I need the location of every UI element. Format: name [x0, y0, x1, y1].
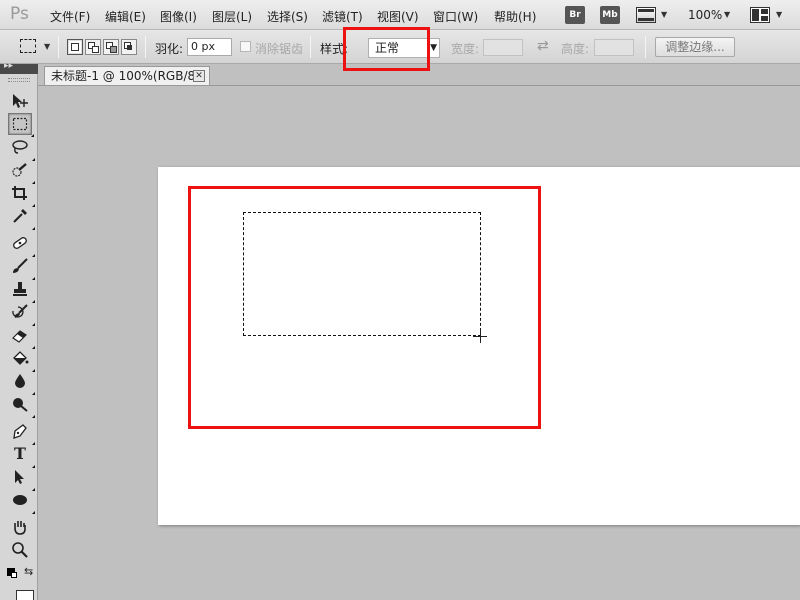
default-colors-icon-back — [11, 572, 17, 578]
photoshop-logo: Ps — [10, 4, 29, 24]
shape-tool-icon[interactable] — [8, 489, 35, 514]
feather-label: 羽化: — [155, 42, 184, 56]
document-tab-title: 未标题-1 @ 100%(RGB/8) — [51, 69, 200, 83]
antialias-checkbox[interactable] — [240, 41, 251, 52]
options-bar: ▼ 羽化: 0 px 消除锯齿 样式: 正常 ▼ 宽度: ⇄ 高度: 调整边缘.… — [0, 30, 800, 64]
mini-bridge-button[interactable]: Mb — [600, 6, 620, 24]
marquee-preset-icon[interactable] — [20, 39, 36, 53]
menu-view[interactable]: 视图(V) — [377, 8, 419, 25]
menu-file[interactable]: 文件(F) — [50, 8, 90, 25]
blur-tool-icon[interactable] — [8, 370, 35, 395]
extras-dropdown-icon[interactable]: ▼ — [661, 10, 667, 19]
lasso-tool-icon[interactable] — [8, 136, 35, 161]
extras-icon[interactable] — [636, 7, 656, 23]
zoom-level[interactable]: 100% — [688, 8, 722, 22]
path-selection-tool-icon[interactable] — [8, 466, 35, 491]
intersect-selection-icon[interactable] — [121, 39, 137, 55]
toolbox-header[interactable]: ▸▸ — [0, 61, 38, 74]
quick-selection-tool-icon[interactable] — [8, 159, 35, 184]
crosshair-cursor-vertical — [480, 329, 481, 343]
close-icon[interactable]: ✕ — [193, 70, 205, 82]
hand-tool-icon[interactable] — [8, 516, 32, 538]
zoom-dropdown-icon[interactable]: ▼ — [724, 10, 730, 19]
document-tab[interactable]: 未标题-1 @ 100%(RGB/8) ✕ — [44, 66, 210, 86]
move-tool-icon[interactable] — [8, 90, 32, 112]
zoom-tool-icon[interactable] — [8, 539, 32, 561]
menu-layer[interactable]: 图层(L) — [212, 8, 252, 25]
arrange-dropdown-icon[interactable]: ▼ — [776, 10, 782, 19]
options-separator — [645, 36, 646, 58]
eraser-tool-icon[interactable] — [8, 324, 35, 349]
marquee-selection[interactable] — [243, 212, 481, 336]
style-select-value: 正常 — [375, 41, 400, 55]
toolbox-grip[interactable] — [8, 78, 30, 82]
tool-preset-dropdown-icon[interactable]: ▼ — [44, 42, 50, 51]
eyedropper-tool-icon[interactable] — [8, 205, 35, 230]
pen-tool-icon[interactable] — [8, 420, 35, 445]
antialias-label: 消除锯齿 — [255, 42, 304, 56]
toolbox: ▸▸ T ⇆ — [0, 61, 38, 600]
new-selection-icon[interactable] — [67, 39, 83, 55]
menu-window[interactable]: 窗口(W) — [433, 8, 478, 25]
add-to-selection-icon[interactable] — [85, 39, 101, 55]
options-separator — [58, 36, 59, 58]
background-color-swatch[interactable] — [16, 590, 34, 600]
style-select[interactable]: 正常 ▼ — [368, 38, 440, 58]
chevron-down-icon: ▼ — [430, 43, 437, 53]
history-brush-tool-icon[interactable] — [8, 301, 35, 326]
height-label: 高度: — [561, 42, 590, 56]
menu-filter[interactable]: 滤镜(T) — [322, 8, 363, 25]
swap-dimensions-icon[interactable]: ⇄ — [537, 38, 549, 54]
subtract-from-selection-icon[interactable] — [103, 39, 119, 55]
menu-select[interactable]: 选择(S) — [267, 8, 308, 25]
feather-input[interactable]: 0 px — [187, 38, 232, 56]
rectangular-marquee-tool-icon[interactable] — [8, 113, 34, 137]
height-input[interactable] — [594, 39, 634, 56]
width-label: 宽度: — [451, 42, 480, 56]
clone-stamp-tool-icon[interactable] — [8, 278, 35, 303]
collapse-icon[interactable]: ▸▸ — [4, 61, 13, 71]
options-separator — [310, 36, 311, 58]
crop-tool-icon[interactable] — [8, 182, 35, 207]
options-separator — [145, 36, 146, 58]
menu-edit[interactable]: 编辑(E) — [105, 8, 146, 25]
healing-brush-tool-icon[interactable] — [8, 232, 35, 257]
type-tool-icon[interactable]: T — [8, 443, 35, 468]
menu-bar: Ps 文件(F) 编辑(E) 图像(I) 图层(L) 选择(S) 滤镜(T) 视… — [0, 0, 800, 30]
brush-tool-icon[interactable] — [8, 255, 35, 280]
paint-bucket-tool-icon[interactable] — [8, 347, 35, 372]
dodge-tool-icon[interactable] — [8, 393, 35, 418]
refine-edge-button[interactable]: 调整边缘... — [655, 37, 735, 57]
width-input[interactable] — [483, 39, 523, 56]
style-label: 样式: — [320, 42, 349, 56]
menu-image[interactable]: 图像(I) — [160, 8, 197, 25]
bridge-button[interactable]: Br — [565, 6, 585, 24]
swap-colors-icon[interactable]: ⇆ — [24, 565, 33, 578]
arrange-documents-icon[interactable] — [750, 7, 770, 23]
menu-help[interactable]: 帮助(H) — [494, 8, 536, 25]
